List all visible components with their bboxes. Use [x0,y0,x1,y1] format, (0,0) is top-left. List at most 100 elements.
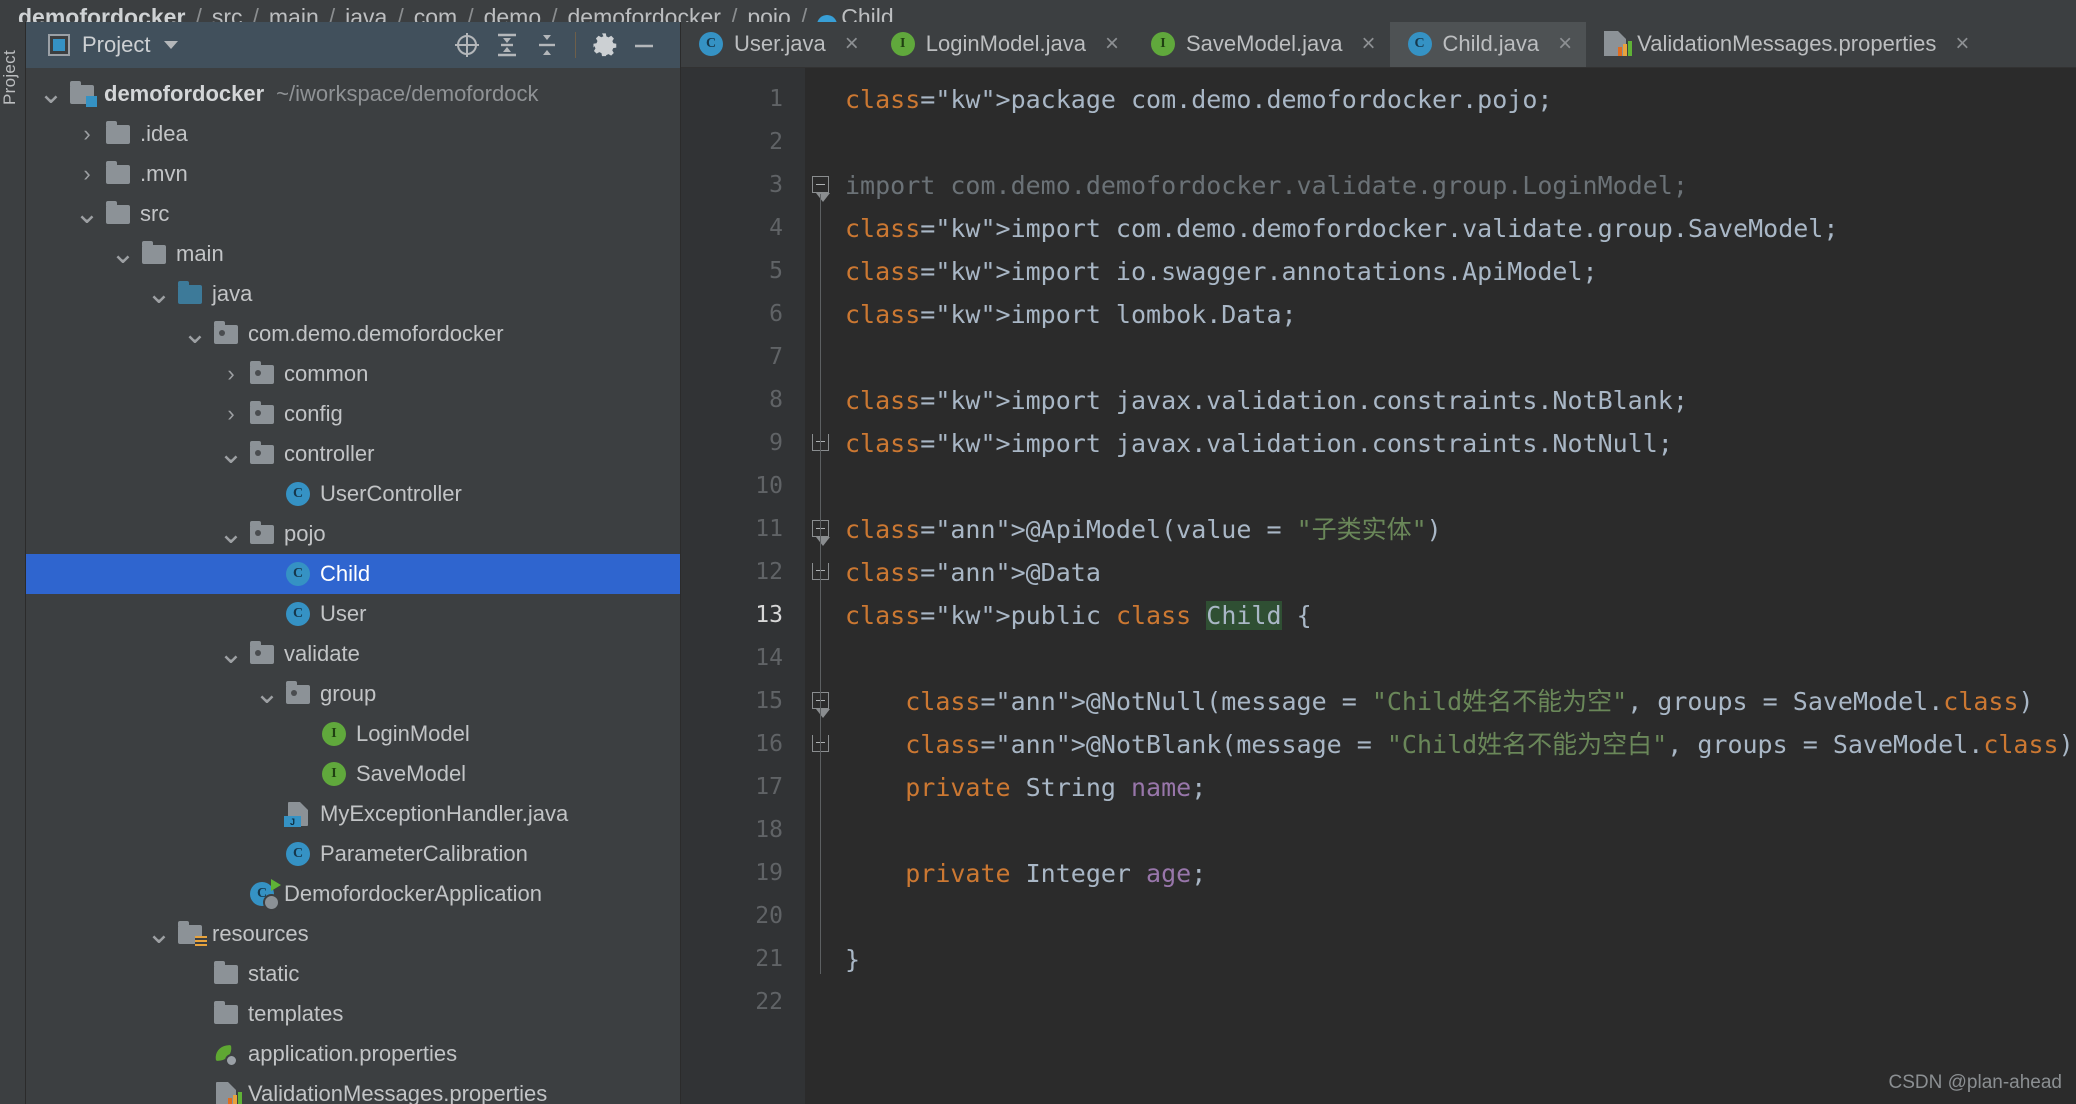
minimize-icon[interactable] [624,28,664,62]
code-line[interactable]: class="ann">@NotBlank(message = "Child姓名… [835,723,2076,766]
breadcrumb-item-com[interactable]: com [414,4,457,22]
chevron-right-icon[interactable]: › [72,163,102,185]
tree-node-myexceptionhandler-java[interactable]: J MyExceptionHandler.java [26,794,680,834]
code-line[interactable]: class="ann">@Data [835,551,2076,594]
project-tree[interactable]: ⌄ demofordocker ~/iworkspace/demofordock ›.… [26,68,680,1104]
tree-node-user[interactable]: C User [26,594,680,634]
tree-node-child[interactable]: C Child [26,554,680,594]
code-line[interactable]: import com.demo.demofordocker.validate.g… [835,164,2076,207]
expand-all-icon[interactable] [487,28,527,62]
fold-toggle-icon[interactable] [812,176,830,202]
tree-node-demofordocker[interactable]: ⌄ demofordocker ~/iworkspace/demofordock [26,74,680,114]
breadcrumb-item-demo[interactable]: demo [484,4,542,22]
editor-tab-user-java[interactable]: C User.java × [681,22,873,67]
tree-node-application-properties[interactable]: application.properties [26,1034,680,1074]
chevron-down-icon[interactable]: ⌄ [36,79,66,109]
chevron-down-icon[interactable]: ⌄ [216,519,246,549]
code-editor[interactable]: 1 2 3 4 5 6 7 8 9 10 11 12 13 14 15 16 17 18 19 20 21 22 clas… [681,68,2076,1104]
tree-node-idea[interactable]: › .idea [26,114,680,154]
breadcrumb-item-project[interactable]: demofordocker [18,4,185,22]
tree-node-usercontroller[interactable]: C UserController [26,474,680,514]
chevron-down-icon[interactable]: ⌄ [252,679,282,709]
chevron-down-icon[interactable]: ⌄ [108,239,138,269]
tree-node-com-demo-demofordocker[interactable]: ⌄ com.demo.demofordocker [26,314,680,354]
tree-node-static[interactable]: static [26,954,680,994]
tree-node-demofordockerapplication[interactable]: C DemofordockerApplication [26,874,680,914]
tree-node-templates[interactable]: templates [26,994,680,1034]
close-icon[interactable]: × [1955,31,1969,56]
locate-icon[interactable] [447,28,487,62]
chevron-right-icon[interactable]: › [216,403,246,425]
code-line[interactable] [835,336,2076,379]
code-line[interactable]: class="kw">import javax.validation.const… [835,379,2076,422]
tree-node-config[interactable]: › config [26,394,680,434]
interface-icon: I [322,722,346,746]
tree-node-savemodel[interactable]: I SaveModel [26,754,680,794]
chevron-down-icon[interactable]: ⌄ [216,639,246,669]
code-line[interactable]: class="kw">import lombok.Data; [835,293,2076,336]
gear-icon[interactable] [584,28,624,62]
close-icon[interactable]: × [845,31,859,56]
tree-node-parametercalibration[interactable]: C ParameterCalibration [26,834,680,874]
editor-tab-validationmessages-properties[interactable]: ValidationMessages.properties × [1586,22,1983,67]
tree-node-common[interactable]: › common [26,354,680,394]
chevron-down-icon[interactable]: ⌄ [180,319,210,349]
tree-node-group[interactable]: ⌄ group [26,674,680,714]
editor-tab-child-java[interactable]: C Child.java × [1389,22,1587,67]
tree-node-main[interactable]: ⌄ main [26,234,680,274]
tool-window-button-project[interactable]: Project [0,44,26,105]
code-line[interactable] [835,895,2076,938]
chevron-down-icon[interactable] [164,41,179,49]
code-line[interactable]: class="kw">import io.swagger.annotations… [835,250,2076,293]
close-icon[interactable]: × [1362,31,1376,56]
code-line[interactable] [835,637,2076,680]
code-line[interactable] [835,809,2076,852]
tree-node-pojo[interactable]: ⌄ pojo [26,514,680,554]
tree-node-resources[interactable]: ⌄ resources [26,914,680,954]
breadcrumb-item-child[interactable]: Child [841,4,893,22]
tree-node-validationmessages-properties[interactable]: ValidationMessages.properties [26,1074,680,1104]
breadcrumb-item-demofordocker[interactable]: demofordocker [568,4,721,22]
breadcrumb-separator: / [467,4,474,22]
code-line[interactable] [835,121,2076,164]
code-folding-gutter[interactable] [805,68,835,1104]
editor-tab-bar[interactable]: C User.java × I LoginModel.java × I SaveModel.j… [681,22,2076,68]
code-line[interactable]: class="kw">import javax.validation.const… [835,422,2076,465]
chevron-down-icon[interactable]: ⌄ [144,919,174,949]
chevron-right-icon[interactable]: › [72,123,102,145]
collapse-all-icon[interactable] [527,28,567,62]
code-content[interactable]: class="kw">package com.demo.demofordocke… [835,68,2076,1104]
tree-node-icon [246,360,278,384]
editor-tab-savemodel-java[interactable]: I SaveModel.java × [1133,22,1390,67]
code-line[interactable]: class="kw">package com.demo.demofordocke… [835,78,2076,121]
breadcrumb-item-pojo[interactable]: pojo [747,4,790,22]
tree-node-controller[interactable]: ⌄ controller [26,434,680,474]
close-icon[interactable]: × [1105,31,1119,56]
chevron-right-icon[interactable]: › [216,363,246,385]
line-number: 18 [755,817,783,843]
code-line[interactable]: class="kw">import com.demo.demofordocker… [835,207,2076,250]
code-line[interactable]: } [835,938,2076,981]
tree-node-src[interactable]: ⌄ src [26,194,680,234]
package-icon [250,360,274,384]
tree-node-mvn[interactable]: › .mvn [26,154,680,194]
tree-node-loginmodel[interactable]: I LoginModel [26,714,680,754]
breadcrumb: demofordocker / src / main / java / com … [0,0,2076,22]
breadcrumb-item-src[interactable]: src [212,4,243,22]
code-line[interactable] [835,465,2076,508]
breadcrumb-item-main[interactable]: main [269,4,319,22]
tree-node-java[interactable]: ⌄ java [26,274,680,314]
editor-tab-loginmodel-java[interactable]: I LoginModel.java × [873,22,1133,67]
code-line[interactable]: class="ann">@ApiModel(value = "子类实体") [835,508,2076,551]
code-line[interactable]: class="kw">public class Child { [835,594,2076,637]
code-line[interactable] [835,981,2076,1024]
code-line[interactable]: private Integer age; [835,852,2076,895]
close-icon[interactable]: × [1558,31,1572,56]
chevron-down-icon[interactable]: ⌄ [72,199,102,229]
code-line[interactable]: private String name; [835,766,2076,809]
chevron-down-icon[interactable]: ⌄ [144,279,174,309]
tree-node-validate[interactable]: ⌄ validate [26,634,680,674]
chevron-down-icon[interactable]: ⌄ [216,439,246,469]
breadcrumb-item-java[interactable]: java [345,4,387,22]
code-line[interactable]: class="ann">@NotNull(message = "Child姓名不… [835,680,2076,723]
